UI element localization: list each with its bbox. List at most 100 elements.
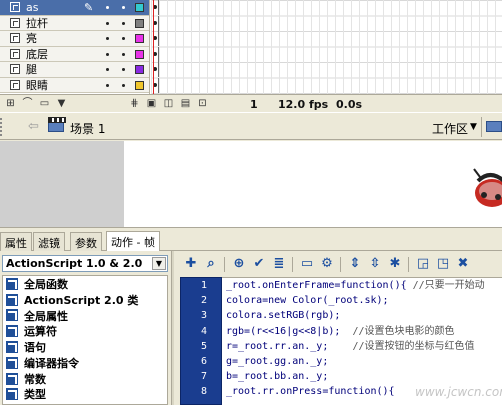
code-line[interactable]: _root.onEnterFrame=function(){ //只要一开始动: [222, 278, 502, 293]
find-icon[interactable]: ⌕: [202, 255, 220, 273]
visibility-dot[interactable]: [106, 68, 109, 71]
layer-name: as: [26, 0, 39, 14]
lock-dot[interactable]: [122, 52, 125, 56]
stage-area: [0, 141, 502, 227]
toolbox-item[interactable]: 语句: [3, 339, 167, 355]
code-line[interactable]: rgb=(r<<16|g<<8|b); //设置色块电影的颜色: [222, 324, 502, 339]
tab-actions[interactable]: 动作 - 帧: [106, 231, 160, 252]
chevron-down-icon[interactable]: ▼: [152, 257, 166, 270]
debug-options-icon[interactable]: ⚙: [318, 255, 336, 273]
code-line[interactable]: b=_root.bb.an._y;: [222, 369, 502, 384]
tab-filters[interactable]: 滤镜: [33, 232, 65, 251]
layer-icon: [10, 48, 20, 59]
new-folder-icon[interactable]: ▭: [38, 98, 51, 110]
center-frame-icon[interactable]: ⋕: [128, 98, 141, 110]
onion-outline-icon[interactable]: ◫: [162, 98, 175, 110]
auto-format-icon[interactable]: ≣: [270, 255, 288, 273]
toolbox-item[interactable]: ActionScript 2.0 类: [3, 292, 167, 308]
layer-row[interactable]: 拉杆: [0, 15, 149, 31]
stage-canvas[interactable]: [124, 141, 502, 227]
layer-row[interactable]: 眼睛: [0, 77, 149, 93]
remove-comment-icon[interactable]: ✖: [454, 255, 472, 273]
collapse-selection-icon[interactable]: ⇳: [366, 255, 384, 273]
outline-swatch[interactable]: [135, 18, 144, 28]
code-line[interactable]: g=_root.gg.an._y;: [222, 354, 502, 369]
outline-swatch[interactable]: [135, 80, 144, 90]
toolbox-item[interactable]: 全局函数: [3, 276, 167, 292]
delete-layer-icon[interactable]: ▼: [55, 98, 68, 110]
layer-list: as ✎ 拉杆 亮 底层 腿 眼睛: [0, 0, 150, 94]
layer-row[interactable]: as ✎: [0, 0, 149, 16]
motion-guide-icon[interactable]: ⌒: [21, 98, 34, 110]
panel-tabs: 属性 滤镜 参数 动作 - 帧: [0, 227, 502, 252]
frame-grid[interactable]: [151, 0, 502, 94]
panel-splitter[interactable]: [171, 251, 174, 405]
line-comment-icon[interactable]: ◳: [434, 255, 452, 273]
outline-swatch[interactable]: [135, 65, 144, 74]
line-number: 5: [200, 340, 207, 352]
block-comment-icon[interactable]: ◲: [414, 255, 432, 273]
layer-icon: [10, 79, 20, 90]
timeline-panel: as ✎ 拉杆 亮 底层 腿 眼睛 ⊞ ⌒ ▭ ▼ ⋕ ▣ ◫ ▤ ⊡ 1 12…: [0, 0, 502, 112]
visibility-dot[interactable]: [106, 83, 109, 87]
visibility-dot[interactable]: [106, 37, 109, 40]
edit-scene-icon[interactable]: [486, 121, 502, 132]
pencil-icon[interactable]: ✎: [84, 1, 93, 14]
expand-all-icon[interactable]: ✱: [386, 255, 404, 273]
lock-dot[interactable]: [122, 37, 125, 40]
tab-parameters[interactable]: 参数: [70, 232, 102, 251]
playhead[interactable]: [153, 0, 154, 94]
actionscript-version-select[interactable]: ActionScript 1.0 & 2.0 ▼: [2, 255, 168, 272]
onion-markers-icon[interactable]: ⊡: [196, 98, 209, 110]
collapse-braces-icon[interactable]: ⇕: [346, 255, 364, 273]
toolbox-item[interactable]: 全局属性: [3, 308, 167, 324]
visibility-dot[interactable]: [106, 52, 109, 56]
onion-skin-icon[interactable]: ▣: [145, 98, 158, 110]
toolbox-item[interactable]: 运算符: [3, 323, 167, 339]
frame-rate[interactable]: 12.0 fps: [278, 98, 328, 111]
back-arrow-icon[interactable]: ⇦: [28, 119, 39, 134]
layer-icon: [10, 17, 20, 28]
lock-dot[interactable]: [122, 83, 125, 87]
tab-properties[interactable]: 属性: [0, 232, 32, 251]
outline-swatch[interactable]: [135, 49, 144, 59]
insert-target-icon[interactable]: ⊕: [230, 255, 248, 273]
separator: [408, 257, 409, 272]
outline-swatch[interactable]: [135, 34, 144, 43]
book-icon: [6, 356, 18, 369]
visibility-dot[interactable]: [106, 21, 109, 25]
toolbox-item[interactable]: 编译器指令: [3, 355, 167, 371]
timeline-footer: ⊞ ⌒ ▭ ▼ ⋕ ▣ ◫ ▤ ⊡ 1 12.0 fps 0.0s: [0, 94, 502, 112]
code-comment: //只要一开始动: [412, 280, 485, 291]
layer-row[interactable]: 腿: [0, 62, 149, 78]
code-line[interactable]: colora.setRGB(rgb);: [222, 308, 502, 323]
line-number: 1: [200, 280, 207, 291]
toolbox-item[interactable]: 类型: [3, 387, 167, 403]
code-line[interactable]: r=_root.rr.an._y; //设置按钮的坐标与红色值: [222, 339, 502, 354]
code-hint-icon[interactable]: ▭: [298, 255, 316, 273]
edit-multiple-icon[interactable]: ▤: [179, 98, 192, 110]
toolbox-label: 编译器指令: [24, 356, 79, 370]
new-layer-icon[interactable]: ⊞: [4, 98, 17, 110]
current-frame: 1: [250, 98, 258, 111]
ladybug-icon[interactable]: [470, 165, 502, 209]
workspace-menu[interactable]: 工作区: [432, 120, 468, 137]
add-statement-icon[interactable]: ✚: [182, 255, 200, 273]
toolbox-item[interactable]: 常数: [3, 371, 167, 387]
toolbox-label: 常数: [24, 372, 46, 386]
layer-row[interactable]: 亮: [0, 31, 149, 47]
visibility-dot[interactable]: [106, 6, 109, 9]
chevron-down-icon[interactable]: ▼: [470, 122, 477, 132]
actions-toolbox: 全局函数 ActionScript 2.0 类 全局属性 运算符 语句 编译器指…: [2, 275, 168, 405]
lock-dot[interactable]: [122, 68, 125, 71]
check-syntax-icon[interactable]: ✔: [250, 255, 268, 273]
outline-swatch[interactable]: [135, 3, 144, 12]
scene-label[interactable]: 场景 1: [70, 120, 105, 137]
panel-gripper[interactable]: [0, 118, 12, 136]
separator: [481, 117, 482, 137]
lock-dot[interactable]: [122, 21, 125, 25]
code-line[interactable]: colora=new Color(_root.sk);: [222, 293, 502, 308]
code-text: g=_root.gg.an._y;: [226, 355, 329, 367]
lock-dot[interactable]: [122, 6, 125, 9]
layer-row[interactable]: 底层: [0, 46, 149, 62]
